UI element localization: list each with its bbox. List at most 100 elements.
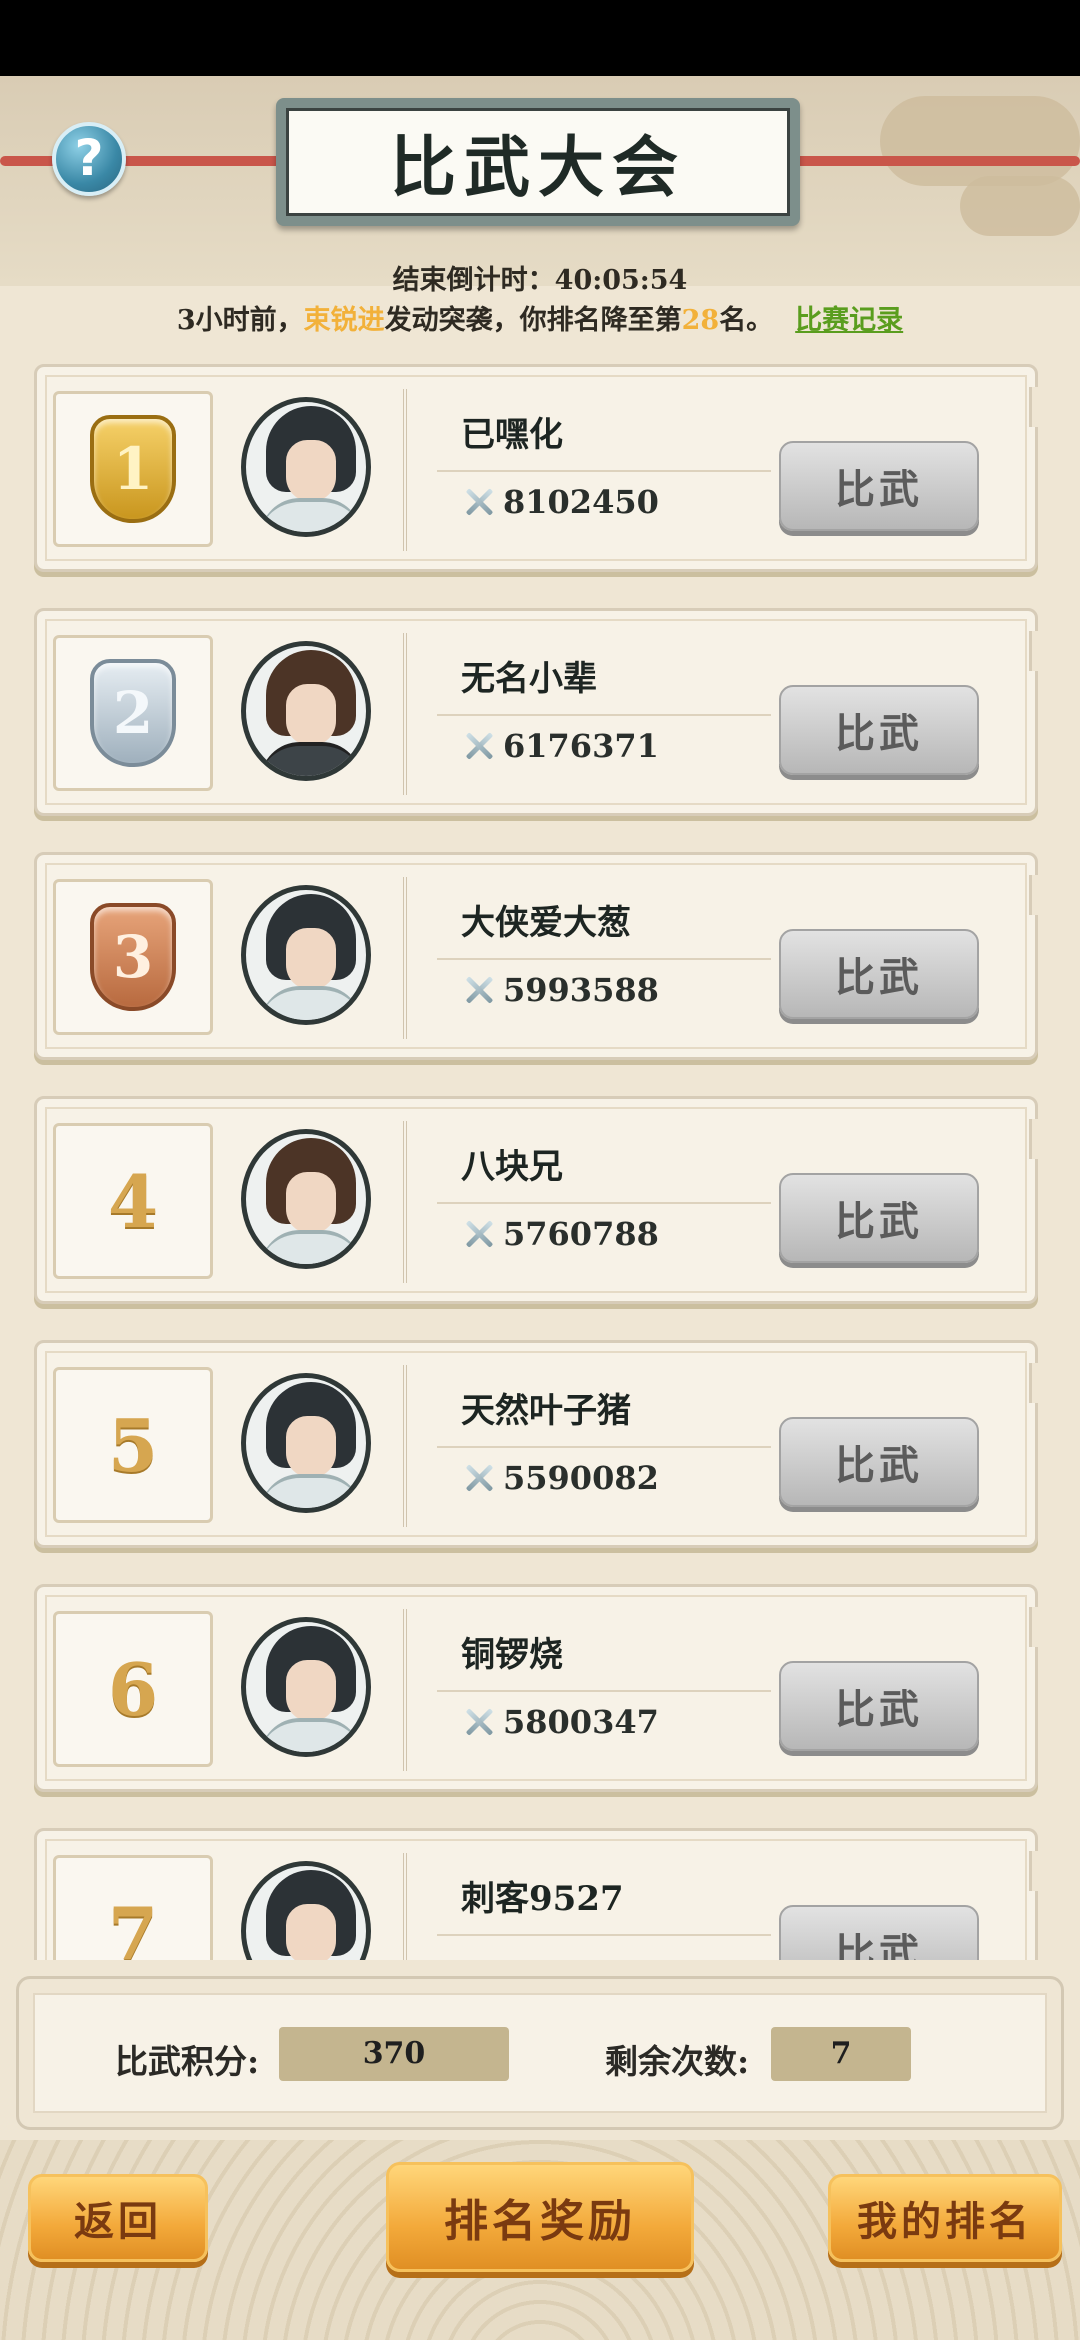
card-notch <box>1029 1851 1043 1891</box>
attacker-name[interactable]: 束锐进 <box>304 305 385 336</box>
player-info: 已嘿化 8102450 比武 <box>403 389 1021 551</box>
card-notch <box>1029 1363 1043 1403</box>
red-rope-right <box>790 156 1080 166</box>
power-value: 6176371 <box>503 727 659 765</box>
cloud-decoration <box>960 176 1080 236</box>
duel-button[interactable]: 比武 <box>779 1173 979 1263</box>
duel-button[interactable]: 比武 <box>779 685 979 775</box>
ranking-card: 4 八块兄 5760788 比武 <box>34 1096 1043 1304</box>
crossed-swords-icon <box>461 1463 497 1493</box>
avatar[interactable] <box>241 1129 371 1269</box>
ranking-card: 6 铜锣烧 5800347 比武 <box>34 1584 1043 1792</box>
rank-number: 7 <box>107 1890 159 1961</box>
my-current-rank: 28 <box>681 305 720 336</box>
avatar[interactable] <box>241 885 371 1025</box>
combat-power: 6176371 <box>461 727 659 765</box>
stats-panel: 比武积分: 370 剩余次数: 7 <box>16 1976 1064 2130</box>
player-name: 天然叶子猪 <box>461 1391 631 1431</box>
ranking-card: 3 大侠爱大葱 5993588 比武 <box>34 852 1043 1060</box>
combat-power: 5993588 <box>461 971 659 1009</box>
player-name: 已嘿化 <box>461 415 563 455</box>
question-mark-icon: ? <box>74 129 104 187</box>
notice-middle: 发动突袭，你排名降至第 <box>384 305 682 336</box>
ranking-card: 1 已嘿化 8102450 比武 <box>34 364 1043 572</box>
avatar[interactable] <box>241 397 371 537</box>
duel-button[interactable]: 比武 <box>779 1661 979 1751</box>
duel-button[interactable]: 比武 <box>779 441 979 531</box>
bronze-medal-icon: 3 <box>90 903 176 1011</box>
rank-box: 2 <box>53 635 213 791</box>
player-name: 大侠爱大葱 <box>461 903 631 943</box>
combat-power: 5760788 <box>461 1215 659 1253</box>
power-value: 5800347 <box>503 1703 659 1741</box>
notice-suffix: 名。 <box>719 305 774 336</box>
remaining-value: 7 <box>771 2027 911 2081</box>
player-name: 铜锣烧 <box>461 1635 563 1675</box>
power-value: 8102450 <box>503 483 659 521</box>
power-value: 5760788 <box>503 1215 659 1253</box>
ranking-card: 2 无名小辈 6176371 比武 <box>34 608 1043 816</box>
rank-box: 3 <box>53 879 213 1035</box>
rank-number: 6 <box>107 1646 159 1732</box>
ranking-card: 7 刺客9527 比武 <box>34 1828 1043 1960</box>
crossed-swords-icon <box>461 1707 497 1737</box>
crossed-swords-icon <box>461 1219 497 1249</box>
raid-notice: 3小时前，束锐进发动突袭，你排名降至第28名。 比赛记录 <box>0 298 1080 337</box>
card-notch <box>1029 387 1043 427</box>
player-info: 八块兄 5760788 比武 <box>403 1121 1021 1283</box>
duel-button[interactable]: 比武 <box>779 1905 979 1960</box>
card-notch <box>1029 631 1043 671</box>
status-bar <box>0 0 1080 76</box>
rank-number: 4 <box>107 1158 159 1244</box>
player-name: 刺客9527 <box>461 1879 624 1919</box>
rank-box: 1 <box>53 391 213 547</box>
player-info: 大侠爱大葱 5993588 比武 <box>403 877 1021 1039</box>
rank-box: 7 <box>53 1855 213 1960</box>
crossed-swords-icon <box>461 975 497 1005</box>
card-notch <box>1029 875 1043 915</box>
player-name: 八块兄 <box>461 1147 563 1187</box>
rank-box: 4 <box>53 1123 213 1279</box>
notice-prefix: 3小时前， <box>176 305 304 336</box>
my-ranking-button[interactable]: 我的排名 <box>828 2174 1062 2262</box>
page-title: 比武大会 <box>286 108 790 216</box>
countdown-timer: 结束倒计时：40:05:54 <box>392 265 688 296</box>
ranking-rewards-button[interactable]: 排名奖励 <box>386 2162 694 2272</box>
combat-power: 8102450 <box>461 483 659 521</box>
help-button[interactable]: ? <box>52 122 126 196</box>
remaining-label: 剩余次数: <box>605 2042 750 2081</box>
duel-button[interactable]: 比武 <box>779 929 979 1019</box>
combat-power: 5800347 <box>461 1703 659 1741</box>
player-info: 铜锣烧 5800347 比武 <box>403 1609 1021 1771</box>
player-info: 无名小辈 6176371 比武 <box>403 633 1021 795</box>
silver-medal-icon: 2 <box>90 659 176 767</box>
player-info: 天然叶子猪 5590082 比武 <box>403 1365 1021 1527</box>
crossed-swords-icon <box>461 487 497 517</box>
avatar[interactable] <box>241 641 371 781</box>
power-value: 5590082 <box>503 1459 659 1497</box>
crossed-swords-icon <box>461 731 497 761</box>
avatar[interactable] <box>241 1617 371 1757</box>
player-info: 刺客9527 比武 <box>403 1853 1021 1960</box>
back-button[interactable]: 返回 <box>28 2174 208 2262</box>
rank-box: 5 <box>53 1367 213 1523</box>
score-value: 370 <box>279 2027 509 2081</box>
duel-button[interactable]: 比武 <box>779 1417 979 1507</box>
rank-number: 5 <box>107 1402 159 1488</box>
cloud-decoration <box>880 96 1080 186</box>
title-plaque: 比武大会 <box>276 98 800 226</box>
gold-medal-icon: 1 <box>90 415 176 523</box>
ranking-list[interactable]: 1 已嘿化 8102450 比武 2 无名小辈 6176371 比武 3 大侠爱… <box>0 360 1080 1960</box>
power-value: 5993588 <box>503 971 659 1009</box>
rank-box: 6 <box>53 1611 213 1767</box>
red-rope-left <box>0 156 290 166</box>
match-record-link[interactable]: 比赛记录 <box>795 305 903 336</box>
combat-power: 5590082 <box>461 1459 659 1497</box>
ranking-card: 5 天然叶子猪 5590082 比武 <box>34 1340 1043 1548</box>
avatar[interactable] <box>241 1861 371 1960</box>
card-notch <box>1029 1607 1043 1647</box>
score-label: 比武积分: <box>115 2042 260 2081</box>
avatar[interactable] <box>241 1373 371 1513</box>
player-name: 无名小辈 <box>461 659 597 699</box>
card-notch <box>1029 1119 1043 1159</box>
